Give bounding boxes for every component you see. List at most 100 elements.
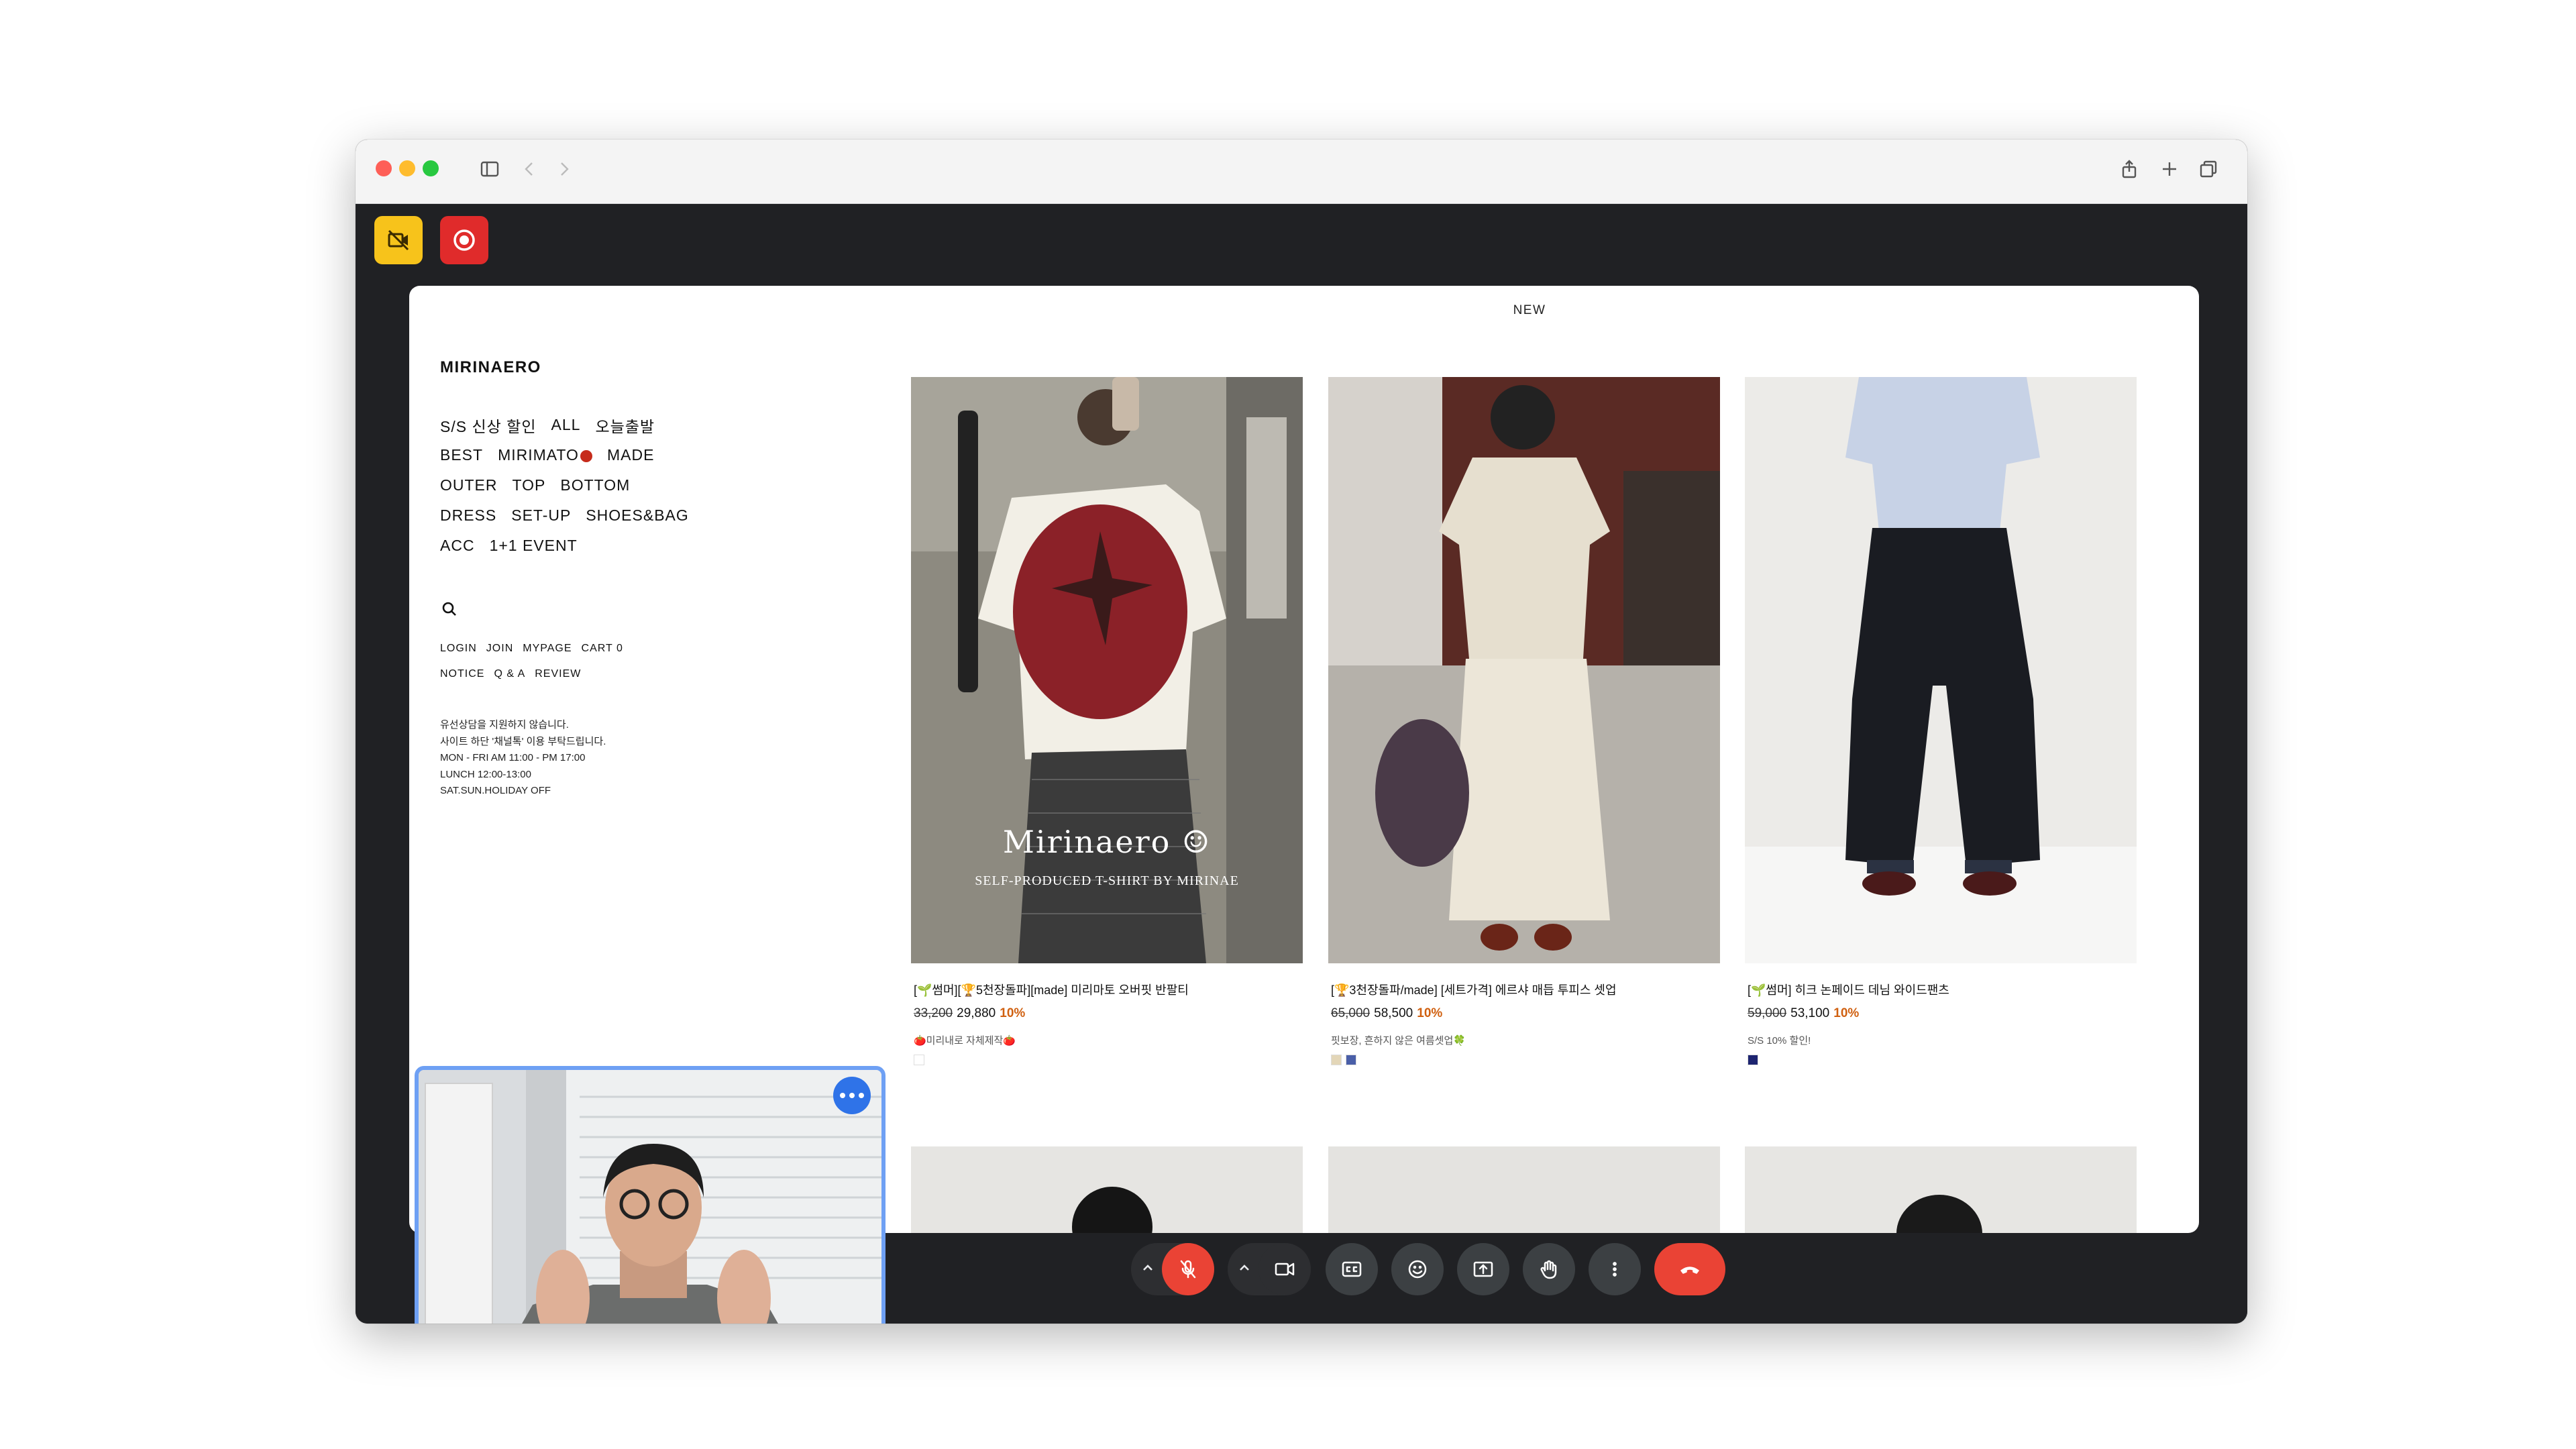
color-swatch[interactable] [914,1055,924,1065]
notice-link[interactable]: NOTICE [440,668,484,680]
menu-best[interactable]: BEST [440,446,483,464]
call-controls [356,1240,2247,1301]
menu-top[interactable]: TOP [513,476,546,494]
mic-options-chevron-icon[interactable] [1140,1260,1155,1275]
discount-rate: 10% [1417,1006,1443,1020]
menu-outer[interactable]: OUTER [440,476,498,494]
raise-hand-icon [1540,1260,1557,1279]
section-title: NEW [1513,303,1546,317]
cart-link[interactable]: CART 0 [582,643,623,655]
board-links: NOTICE Q & A REVIEW [440,668,749,680]
info-line: 사이트 하단 '채널톡' 이용 부탁드립니다. [440,735,606,747]
product-name[interactable]: [🏆3천장돌파/made] [세트가격] 에르샤 매듭 투피스 셋업 [1331,981,1720,998]
raise-hand-button[interactable] [1523,1243,1575,1295]
original-price: 65,000 [1331,1006,1371,1020]
sale-price: 29,880 [957,1006,996,1020]
close-window-button[interactable] [376,160,392,176]
end-call-icon [1680,1267,1699,1274]
menu-made[interactable]: MADE [607,446,654,464]
camera-options-chevron-icon[interactable] [1237,1260,1252,1275]
color-swatch[interactable] [1346,1055,1356,1065]
menu-bottom[interactable]: BOTTOM [560,476,630,494]
menu-event[interactable]: 1+1 EVENT [490,537,578,555]
join-link[interactable]: JOIN [486,643,513,655]
camera-off-button[interactable] [374,216,423,264]
color-swatches [1748,1055,1758,1065]
more-dot [859,1093,864,1098]
product-image[interactable] [1745,377,2137,963]
end-call-button[interactable] [1654,1243,1725,1295]
tab-overview-icon[interactable] [2195,156,2222,182]
present-button[interactable] [1457,1243,1509,1295]
shop-logo[interactable]: MIRINAERO [440,358,541,377]
menu-mirimato[interactable]: MIRIMATO [498,446,592,464]
captions-icon [1342,1261,1362,1277]
qna-link[interactable]: Q & A [494,668,525,680]
product-image[interactable] [1745,1146,2137,1233]
discount-rate: 10% [1833,1006,1860,1020]
sidebar-icon[interactable] [476,156,503,182]
present-icon [1473,1261,1493,1277]
zoom-window-button[interactable] [423,160,439,176]
menu-setup[interactable]: SET-UP [511,506,571,525]
color-swatch[interactable] [1748,1055,1758,1065]
product-overlay-subtitle: SELF-PRODUCED T-SHIRT BY MIRINAE [975,873,1239,888]
self-view-more-button[interactable] [833,1077,871,1114]
more-dot [849,1093,855,1098]
menu-ss-sale[interactable]: S/S 신상 할인 [440,414,537,437]
title-bar [356,140,2247,204]
color-swatches [914,1055,924,1065]
forward-icon[interactable] [550,156,577,182]
original-price: 59,000 [1748,1006,1787,1020]
search-icon[interactable] [440,600,459,619]
product-image[interactable]: Mirinaero ☺ SELF-PRODUCED T-SHIRT BY MIR… [911,377,1303,963]
emoji-icon [1408,1260,1427,1279]
back-icon[interactable] [517,156,543,182]
product-name[interactable]: [🌱썸머][🏆5천장돌파][made] 미리마토 오버핏 반팔티 [914,981,1303,998]
original-price: 33,200 [914,1006,953,1020]
color-swatch[interactable] [1331,1055,1342,1065]
product-description: 🍅미리내로 자체제작🍅 [914,1035,1016,1046]
login-link[interactable]: LOGIN [440,643,477,655]
sale-price: 58,500 [1374,1006,1413,1020]
meeting-area: NEW MIRINAERO S/S 신상 할인 ALL 오늘출발 BEST MI… [356,204,2247,1324]
product-price: 65,000 58,500 10% [1331,1006,1442,1021]
product-image[interactable] [1328,1146,1720,1233]
camera-off-icon [388,229,409,251]
product-price: 59,000 53,100 10% [1748,1006,1859,1021]
category-menu: S/S 신상 할인 ALL 오늘출발 BEST MIRIMATO MADE OU… [440,410,749,561]
reactions-button[interactable] [1391,1243,1444,1295]
product-image[interactable] [911,1146,1303,1233]
product-image[interactable] [1328,377,1720,963]
menu-dress[interactable]: DRESS [440,506,496,525]
discount-rate: 10% [1000,1006,1026,1020]
info-line: MON - FRI AM 11:00 - PM 17:00 [440,752,586,763]
mypage-link[interactable]: MYPAGE [523,643,572,655]
info-line: SAT.SUN.HOLIDAY OFF [440,785,551,796]
menu-all[interactable]: ALL [551,416,581,434]
info-line: LUNCH 12:00-13:00 [440,768,531,780]
record-button[interactable] [440,216,488,264]
review-link[interactable]: REVIEW [535,668,581,680]
more-icon [1613,1262,1617,1277]
product-overlay-title: Mirinaero ☺ [1002,824,1212,860]
share-icon[interactable] [2116,156,2143,182]
more-options-button[interactable] [1589,1243,1641,1295]
minimize-window-button[interactable] [399,160,415,176]
camera-toggle-button[interactable] [1258,1243,1311,1295]
browser-window: NEW MIRINAERO S/S 신상 할인 ALL 오늘출발 BEST MI… [356,140,2247,1324]
camera-icon [1275,1263,1295,1276]
tomato-icon [580,449,592,462]
captions-button[interactable] [1326,1243,1378,1295]
product-name[interactable]: [🌱썸머] 히크 논페이드 데님 와이드팬츠 [1748,981,2137,998]
more-dot [840,1093,845,1098]
record-icon [453,229,475,251]
menu-shoes-bag[interactable]: SHOES&BAG [586,506,688,525]
product-price: 33,200 29,880 10% [914,1006,1025,1021]
mic-toggle-button[interactable] [1162,1243,1214,1295]
menu-acc[interactable]: ACC [440,537,475,555]
cs-info: 유선상담을 지원하지 않습니다. 사이트 하단 '채널톡' 이용 부탁드립니다.… [440,717,749,800]
product-description: S/S 10% 할인! [1748,1035,1811,1046]
menu-today-ship[interactable]: 오늘출발 [595,414,655,437]
new-tab-icon[interactable] [2156,156,2183,182]
